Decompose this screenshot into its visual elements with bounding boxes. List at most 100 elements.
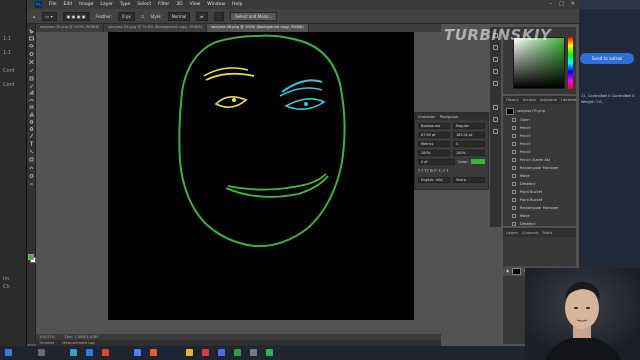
- history-item[interactable]: Deselect: [503, 220, 576, 228]
- measurement-log-tab[interactable]: Measurement Log: [62, 341, 94, 345]
- app-icon[interactable]: [102, 349, 109, 356]
- history-panel-icon[interactable]: [493, 105, 498, 110]
- font-size-field[interactable]: 67.96 pt: [418, 131, 450, 138]
- doc-size: Doc: 1,00M/1,00M: [65, 335, 98, 339]
- history-item[interactable]: Pencil: [503, 124, 576, 132]
- history-item[interactable]: Move: [503, 172, 576, 180]
- select-and-mask-button[interactable]: Select and Mask...: [230, 11, 277, 21]
- history-item[interactable]: Deselect: [503, 180, 576, 188]
- menu-image[interactable]: Image: [79, 2, 93, 7]
- menu-layer[interactable]: Layer: [100, 2, 113, 7]
- timeline-tab[interactable]: Timeline: [39, 341, 54, 345]
- history-item[interactable]: Pencil: [503, 148, 576, 156]
- tab-actions[interactable]: Actions: [523, 98, 536, 102]
- history-item-label: Deselect: [520, 222, 536, 226]
- maximize-button[interactable]: □: [559, 1, 564, 7]
- menu-3d[interactable]: 3D: [176, 2, 182, 7]
- history-snapshot[interactable]: sexyass 05.png: [503, 106, 576, 116]
- horizontal-scale-field[interactable]: 100%: [453, 149, 485, 156]
- history-item-label: Paint Bucket: [520, 198, 543, 202]
- discord-icon[interactable]: [218, 349, 225, 356]
- canvas[interactable]: [108, 32, 414, 320]
- antialias-checkbox[interactable]: ☐: [141, 14, 145, 19]
- selection-mode-icons[interactable]: ▣ ▣ ▣ ▣: [62, 11, 90, 21]
- tab-paths[interactable]: Paths: [543, 231, 553, 235]
- send-to-extras-button[interactable]: Send to extras: [580, 53, 634, 64]
- tracking-field[interactable]: 0: [453, 140, 485, 147]
- menu-select[interactable]: Select: [137, 2, 151, 7]
- app-grey-icon[interactable]: [250, 349, 257, 356]
- kerning-field[interactable]: Metrics: [418, 140, 450, 147]
- spotify-icon[interactable]: [266, 349, 273, 356]
- vertical-scale-field[interactable]: 100%: [418, 149, 450, 156]
- paragraph-panel-icon[interactable]: [493, 117, 498, 122]
- edge-icon[interactable]: [86, 349, 93, 356]
- document-tab[interactable]: sexyass 05.png @ 74.8% (Background copy,…: [104, 24, 208, 32]
- tab-history[interactable]: History: [506, 98, 519, 102]
- menu-edit[interactable]: Edit: [64, 2, 73, 7]
- font-style-select[interactable]: Regular: [453, 122, 485, 129]
- character-panel-icon[interactable]: [493, 129, 498, 134]
- app-green-icon[interactable]: [234, 349, 241, 356]
- tab-character[interactable]: Character: [418, 115, 436, 119]
- language-select[interactable]: English: USA: [418, 176, 450, 183]
- swatches-panel-icon[interactable]: [493, 45, 498, 50]
- chrome-icon[interactable]: [134, 349, 141, 356]
- tab-channels[interactable]: Channels: [522, 231, 539, 235]
- start-icon[interactable]: [5, 349, 12, 356]
- type-style-buttons[interactable]: T T TT Tt T¹ T₁ T T: [418, 169, 448, 173]
- menu-view[interactable]: View: [190, 2, 201, 7]
- explorer-icon[interactable]: [70, 349, 77, 356]
- history-item[interactable]: Move: [503, 212, 576, 220]
- menu-type[interactable]: Type: [120, 2, 130, 7]
- home-icon[interactable]: ⌂: [33, 14, 36, 19]
- history-item[interactable]: Open: [503, 116, 576, 124]
- menu-help[interactable]: Help: [232, 2, 242, 7]
- zoom-level[interactable]: 100.57%: [39, 335, 55, 339]
- tab-adjustments[interactable]: Adjustme: [540, 98, 557, 102]
- history-item[interactable]: Paint Bucket: [503, 188, 576, 196]
- menu-window[interactable]: Window: [207, 2, 225, 7]
- history-step-icon: [512, 118, 516, 122]
- tab-libraries[interactable]: Libraries: [561, 98, 577, 102]
- photoshop-taskbar-icon[interactable]: [166, 349, 173, 356]
- foreground-color-swatch[interactable]: [28, 254, 34, 260]
- text-color-swatch[interactable]: [471, 159, 485, 164]
- brush-panel-icon[interactable]: [493, 81, 498, 86]
- font-family-select[interactable]: Bookba-ma: [418, 122, 450, 129]
- feather-input[interactable]: 0 px: [118, 11, 135, 21]
- app-red-icon[interactable]: [202, 349, 209, 356]
- history-step-icon: [512, 166, 516, 170]
- height-input[interactable]: [213, 11, 225, 21]
- color-picker-field[interactable]: [513, 37, 565, 89]
- document-tab-active[interactable]: sexyass 06.png @ 100% (Background copy, …: [207, 24, 309, 32]
- document-tab[interactable]: sexyass 05.png @ 100% (RGB/8): [36, 24, 105, 32]
- baseline-field[interactable]: 0 pt: [418, 158, 456, 165]
- leading-field[interactable]: 185.31 pt: [453, 131, 485, 138]
- history-item[interactable]: Rectangular Marquee: [503, 164, 576, 172]
- tab-paragraph[interactable]: Paragraph: [440, 115, 458, 119]
- tab-layers[interactable]: Layers: [506, 231, 518, 235]
- close-button[interactable]: ✕: [571, 1, 575, 7]
- folder-icon[interactable]: [186, 349, 193, 356]
- history-item[interactable]: Pencil: [503, 140, 576, 148]
- hue-slider[interactable]: [568, 37, 573, 89]
- history-item[interactable]: Paint Bucket: [503, 196, 576, 204]
- history-item[interactable]: Pencil: [503, 132, 576, 140]
- adjustments-panel-icon[interactable]: [493, 57, 498, 62]
- history-item[interactable]: Pencil (Same As): [503, 156, 576, 164]
- firefox-icon[interactable]: [150, 349, 157, 356]
- menu-file[interactable]: File: [49, 2, 57, 7]
- history-item[interactable]: Rectangular Marquee: [503, 204, 576, 212]
- face-drawing: [178, 34, 346, 248]
- style-select[interactable]: Normal: [167, 11, 191, 21]
- properties-panel-icon[interactable]: [493, 69, 498, 74]
- width-input[interactable]: ⇄: [196, 11, 208, 21]
- antialias-select[interactable]: Sharp: [453, 176, 485, 183]
- search-icon[interactable]: [38, 349, 45, 356]
- menu-filter[interactable]: Filter: [158, 2, 169, 7]
- minimize-button[interactable]: –: [550, 1, 553, 7]
- tools-icons[interactable]: [27, 28, 36, 238]
- marquee-tool-preset[interactable]: ▭ ▾: [41, 11, 57, 21]
- eye-icon[interactable]: ◉: [506, 269, 509, 273]
